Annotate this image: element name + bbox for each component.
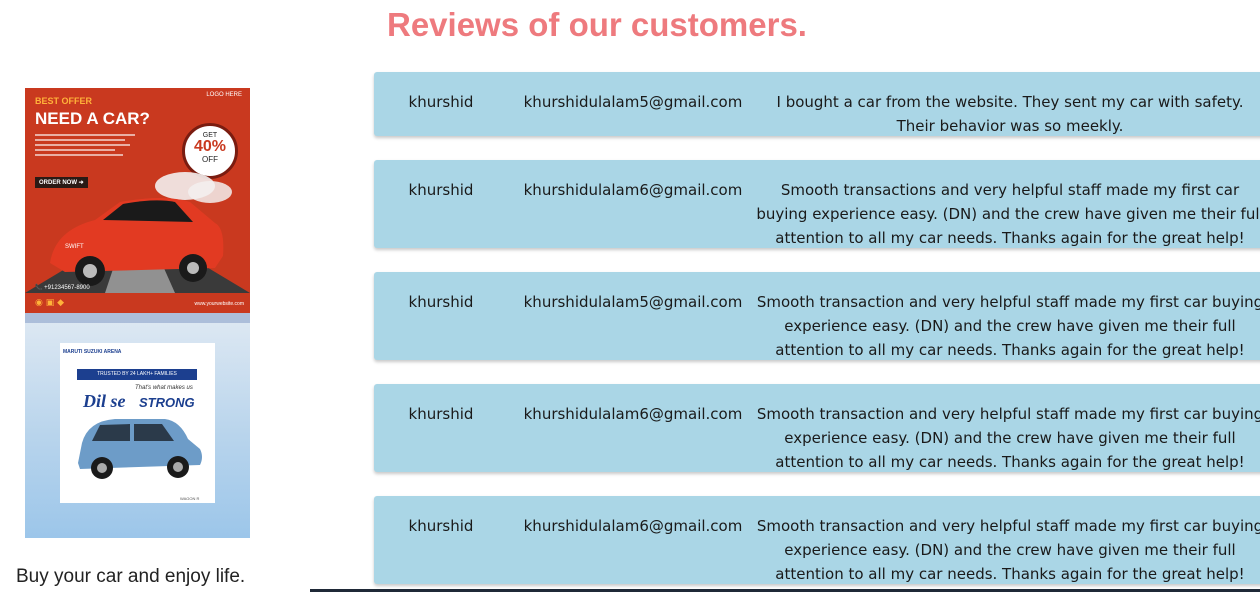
offer-ad-image: BEST OFFER NEED A CAR? LOGO HERE ORDER N… (25, 88, 250, 313)
review-email: khurshidulalam6@gmail.com (523, 405, 743, 423)
review-card: khurshid khurshidulalam5@gmail.com Smoot… (374, 272, 1260, 360)
ad-headline: NEED A CAR? (35, 109, 150, 128)
svg-text:SWIFT: SWIFT (65, 244, 84, 250)
review-email: khurshidulalam5@gmail.com (523, 293, 743, 311)
review-text: I bought a car from the website. They se… (776, 93, 1244, 135)
review-email: khurshidulalam6@gmail.com (523, 517, 743, 535)
ad-slogan-bold: STRONG (139, 395, 195, 410)
ad-slogan-script: Dil se (83, 391, 126, 411)
review-card: khurshid khurshidulalam6@gmail.com Smoot… (374, 496, 1260, 584)
review-name: khurshid (408, 93, 474, 111)
review-card: khurshid khurshidulalam6@gmail.com Smoot… (374, 160, 1260, 248)
review-text: Smooth transaction and very helpful staf… (756, 517, 1260, 583)
review-name: khurshid (408, 181, 474, 199)
page-heading: Reviews of our customers. (387, 6, 807, 43)
review-card: khurshid khurshidulalam6@gmail.com Smoot… (374, 384, 1260, 472)
review-email: khurshidulalam6@gmail.com (523, 181, 743, 199)
ad-logo-placeholder: LOGO HERE (206, 92, 242, 98)
ad-model-label: WAGON R (180, 496, 200, 501)
review-email: khurshidulalam5@gmail.com (523, 93, 743, 111)
maruti-ad-image: MARUTI SUZUKI ARENA TRUSTED BY 24 LAKH+ … (25, 313, 250, 538)
social-icons: ◉ ▣ ◆ (35, 298, 64, 308)
review-name: khurshid (408, 293, 474, 311)
ad-website: www.yourwebsite.com (194, 301, 244, 307)
ad-phone-number: 📞 +91234567-8900 (35, 285, 90, 291)
ad-that-text: That's what makes us (135, 385, 193, 391)
review-text: Smooth transactions and very helpful sta… (756, 181, 1260, 247)
review-card: khurshid khurshidulalam5@gmail.com I bou… (374, 72, 1260, 136)
ad-brand-label: MARUTI SUZUKI ARENA (63, 349, 122, 355)
review-name: khurshid (408, 517, 474, 535)
review-text: Smooth transaction and very helpful staf… (756, 405, 1260, 471)
ad-top-strip (25, 313, 250, 323)
tagline-text: Buy your car and enjoy life. (16, 566, 246, 587)
ad-body-text-lines (35, 134, 135, 159)
ad-best-offer-label: BEST OFFER (35, 96, 93, 106)
red-car-illustration: SWIFT (25, 172, 250, 293)
review-text: Smooth transaction and very helpful staf… (756, 293, 1260, 359)
ad-ribbon: TRUSTED BY 24 LAKH+ FAMILIES (77, 369, 197, 380)
review-name: khurshid (408, 405, 474, 423)
blue-car-illustration (78, 419, 202, 479)
